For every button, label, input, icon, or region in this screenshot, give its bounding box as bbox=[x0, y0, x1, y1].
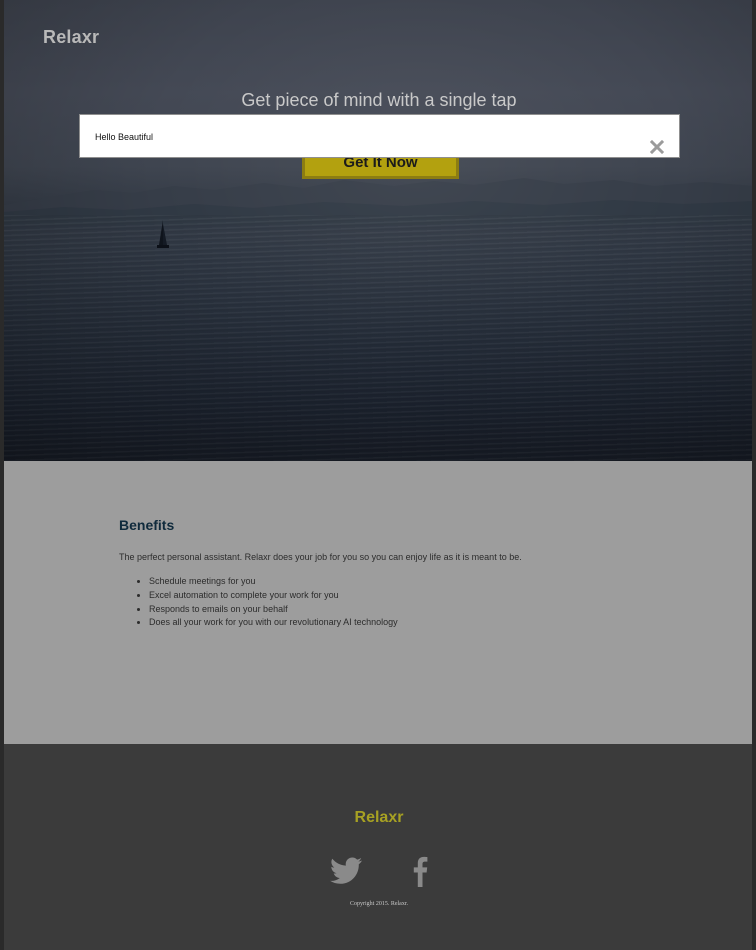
benefits-intro: The perfect personal assistant. Relaxr d… bbox=[119, 552, 522, 562]
header-logo[interactable]: Relaxr bbox=[43, 27, 99, 48]
copyright-text: Copyright 2015. Relaxr. bbox=[350, 901, 408, 907]
window-edge-left bbox=[0, 0, 4, 950]
facebook-icon[interactable] bbox=[412, 855, 428, 887]
benefits-section: Benefits The perfect personal assistant.… bbox=[4, 461, 754, 744]
close-icon[interactable] bbox=[650, 140, 664, 154]
list-item: Does all your work for you with our revo… bbox=[149, 616, 398, 630]
footer: Relaxr Copyright 2015. Relaxr. bbox=[4, 744, 754, 950]
modal-message: Hello Beautiful bbox=[95, 132, 154, 142]
hero-section: Relaxr Get piece of mind with a single t… bbox=[4, 0, 754, 461]
notification-modal: Hello Beautiful bbox=[79, 114, 680, 158]
benefits-list: Schedule meetings for you Excel automati… bbox=[149, 575, 398, 630]
twitter-icon[interactable] bbox=[329, 856, 363, 886]
window-edge-right bbox=[752, 0, 756, 950]
hero-overlay bbox=[4, 0, 754, 461]
list-item: Schedule meetings for you bbox=[149, 575, 398, 589]
benefits-heading: Benefits bbox=[119, 517, 175, 533]
list-item: Responds to emails on your behalf bbox=[149, 603, 398, 617]
sailboat-image bbox=[157, 220, 169, 248]
footer-logo[interactable]: Relaxr bbox=[4, 809, 754, 827]
hero-title: Get piece of mind with a single tap bbox=[241, 90, 517, 110]
list-item: Excel automation to complete your work f… bbox=[149, 589, 398, 603]
